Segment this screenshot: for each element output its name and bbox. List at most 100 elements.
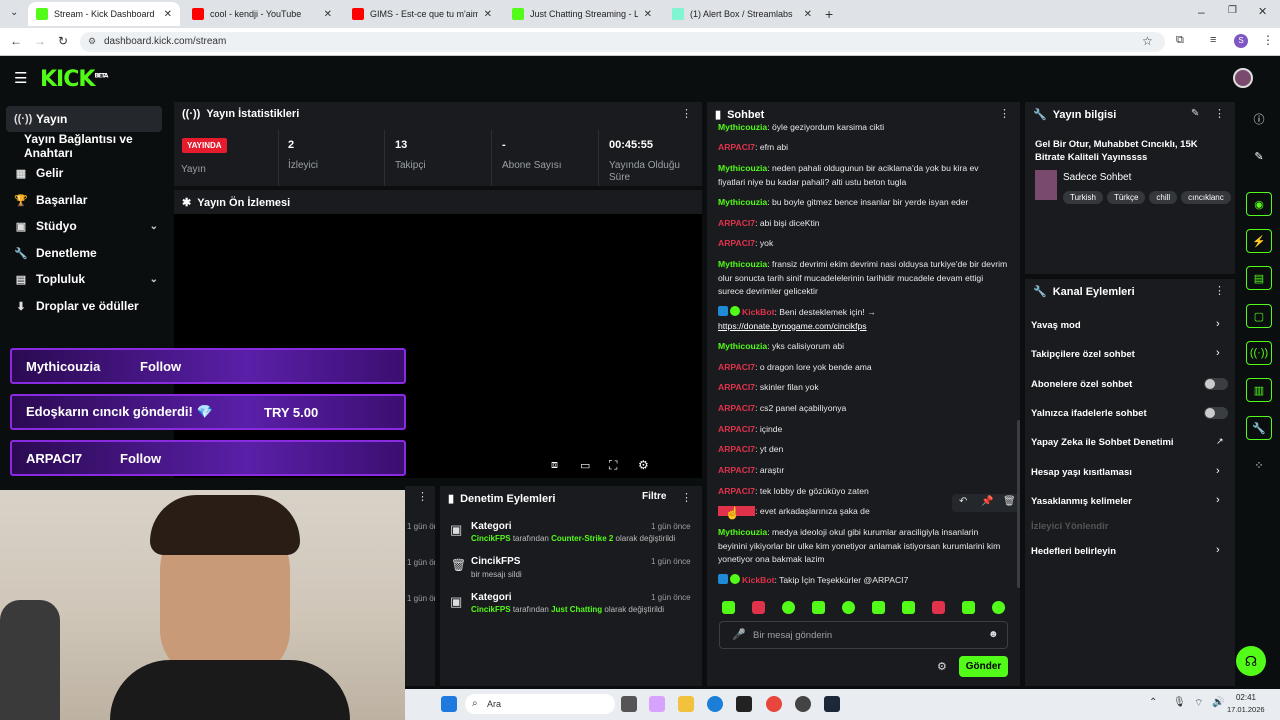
emote-icon[interactable] [872,601,885,614]
pin-icon[interactable]: 📌 [981,496,993,507]
kebab-menu-icon[interactable]: ⋮ [681,107,692,120]
bookmark-star-icon[interactable]: ☆ [1142,34,1153,48]
edit-icon[interactable]: ✎ [1246,144,1272,168]
sidebar-item-gelir[interactable]: ▦ Gelir [6,160,162,186]
steam-icon[interactable] [824,696,840,712]
chat-username[interactable]: ARPACI7 [718,218,755,228]
chat-username[interactable]: KickBot [742,307,774,317]
minimize-icon[interactable]: – [1198,5,1205,19]
tag[interactable]: Turkish [1063,191,1103,204]
close-icon[interactable]: ✕ [644,9,652,20]
chat-username[interactable]: Mythicouzia [718,527,767,537]
clock-date[interactable]: 17.01.2026 [1227,705,1265,714]
task-view-icon[interactable] [621,696,637,712]
sidebar-item-studyo[interactable]: ▣ Stüdyo ⌄ [6,213,162,239]
emote-icon[interactable] [932,601,945,614]
chat-scrollbar[interactable] [1017,420,1020,588]
emote-icon[interactable] [962,601,975,614]
close-icon[interactable]: ✕ [804,9,812,20]
emote-icon[interactable] [992,601,1005,614]
browser-menu-icon[interactable]: ⋮ [1262,33,1274,47]
chat-username[interactable]: Mythicouzia [718,122,767,132]
microphone-icon[interactable]: 🎤 [732,628,746,641]
chat-username[interactable]: ARPACI7 [718,444,755,454]
donate-link[interactable]: https://donate.bynogame.com/cincikfps [718,321,867,331]
file-explorer-icon[interactable] [678,696,694,712]
profile-avatar[interactable]: S [1234,34,1248,48]
settings-icon[interactable]: ⚙ [638,458,649,472]
trash-icon[interactable]: 🗑 [1003,496,1016,507]
close-icon[interactable]: ✕ [324,9,332,20]
account-age-item[interactable]: Hesap yaşı kısıtlaması [1031,467,1132,478]
kebab-menu-icon[interactable]: ⋮ [1214,284,1225,297]
theater-icon[interactable]: ▭ [580,459,590,472]
emote-icon[interactable] [842,601,855,614]
kebab-menu-icon[interactable]: ⋮ [1214,107,1225,120]
hamburger-menu-icon[interactable]: ☰ [14,69,27,87]
browser-tab[interactable]: Stream - Kick Dashboard ✕ [28,2,180,26]
new-tab-icon[interactable]: + [825,6,833,22]
close-icon[interactable]: ✕ [484,9,492,20]
support-icon[interactable]: ☊ [1236,646,1266,676]
wifi-icon[interactable]: ⌔ [1194,697,1203,710]
tray-chevron-icon[interactable]: ⌃ [1149,697,1157,708]
chat-username[interactable]: Mythicouzia [718,259,767,269]
ai-moderation-item[interactable]: Yapay Zeka ile Sohbet Denetimi [1031,437,1174,448]
chat-bubble-icon[interactable]: ▢ [1246,304,1272,328]
sidebar-item-yayin[interactable]: ((·)) Yayın [6,106,162,132]
kick-logo[interactable]: KICKBETA [40,67,108,92]
apps-icon[interactable]: ⁘ [1246,453,1272,477]
windows-start-icon[interactable] [441,696,457,712]
obs-icon[interactable] [795,696,811,712]
maximize-icon[interactable]: ❐ [1228,5,1237,16]
tag[interactable]: Türkçe [1106,191,1146,204]
emote-icon[interactable] [902,601,915,614]
sidebar-item-basarilar[interactable]: 🏆 Başarılar [6,187,162,213]
chat-username[interactable]: KickBot [742,575,774,585]
browser-tab[interactable]: (1) Alert Box / Streamlabs ✕ [664,2,820,26]
volume-icon[interactable]: 🔊 [1212,697,1224,708]
emoji-icon[interactable]: ☻ [988,629,999,640]
copilot-icon[interactable] [649,696,665,712]
fullscreen-icon[interactable]: ⛶ [609,458,617,473]
chat-input[interactable]: 🎤 Bir mesaj gönderin ☻ [719,621,1008,649]
chat-username[interactable]: ARPACI7 [718,403,755,413]
tab-search-icon[interactable]: ⌄ [10,7,18,18]
filter-button[interactable]: Filtre [642,491,666,502]
chrome-icon[interactable] [766,696,782,712]
site-info-icon[interactable]: ⚙ [88,36,96,47]
followers-only-item[interactable]: Takipçilere özel sohbet [1031,349,1135,360]
category-link[interactable]: Just Chatting [551,605,602,614]
wrench-icon[interactable]: 🔧 [1246,416,1272,440]
clipboard-icon[interactable]: ▤ [1246,266,1272,290]
browser-tab[interactable]: cool - kendji - YouTube ✕ [184,2,340,26]
info-icon[interactable]: ⓘ [1246,107,1272,131]
media-icon[interactable]: ≡ [1210,34,1216,46]
emote-icon[interactable] [752,601,765,614]
forward-icon[interactable]: → [34,34,46,48]
chat-username[interactable]: ARPACI7 [718,142,755,152]
browser-tab[interactable]: Just Chatting Streaming - Live S ✕ [504,2,660,26]
sidebar-item-denetleme[interactable]: 🔧 Denetleme [6,240,162,266]
sidebar-item-droplar[interactable]: ⬇ Droplar ve ödüller [6,293,162,319]
lightning-icon[interactable]: ⚡ [1246,229,1272,253]
chat-username[interactable]: ARPACI7 [718,238,755,248]
goals-item[interactable]: Hedefleri belirleyin [1031,546,1116,557]
category-name[interactable]: Sadece Sohbet [1063,172,1131,183]
window-close-icon[interactable]: ✕ [1258,5,1267,18]
sidebar-item-topluluk[interactable]: ▤ Topluluk ⌄ [6,266,162,292]
user-link[interactable]: CincikFPS [471,605,511,614]
layout-icon[interactable]: ▥ [1246,378,1272,402]
kebab-menu-icon[interactable]: ⋮ [681,491,692,504]
tag[interactable]: chill [1149,191,1178,204]
back-icon[interactable]: ← [10,34,22,48]
chat-username[interactable]: Mythicouzia [718,341,767,351]
category-link[interactable]: Counter-Strike 2 [551,534,613,543]
stream-preview-video[interactable] [174,214,702,478]
reload-icon[interactable]: ↻ [58,34,68,48]
chat-settings-icon[interactable]: ⚙ [937,660,947,673]
kebab-menu-icon[interactable]: ⋮ [417,490,428,503]
undo-icon[interactable]: ↶ [959,496,967,507]
slow-mode-item[interactable]: Yavaş mod [1031,320,1081,331]
taskbar-search[interactable]: ⌕ Ara [465,694,615,714]
